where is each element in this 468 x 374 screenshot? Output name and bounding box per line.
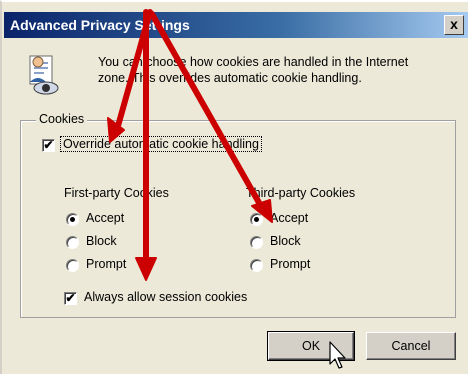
first-party-block-label[interactable]: Block: [86, 234, 117, 248]
mouse-cursor-icon: [329, 341, 346, 369]
third-party-title: Third-party Cookies: [246, 186, 356, 200]
session-cookies-checkbox[interactable]: ✔: [64, 292, 77, 305]
title-bar: Advanced Privacy Settings x: [4, 12, 468, 38]
session-cookies-label[interactable]: Always allow session cookies: [84, 290, 247, 304]
first-party-title: First-party Cookies: [64, 186, 169, 200]
advanced-privacy-dialog: Advanced Privacy Settings x You can choo…: [0, 0, 468, 374]
first-party-prompt-radio[interactable]: [66, 259, 79, 272]
override-checkbox[interactable]: ✔: [42, 139, 55, 152]
privacy-document-icon: [29, 55, 59, 95]
cancel-button[interactable]: Cancel: [366, 332, 456, 360]
first-party-prompt-label[interactable]: Prompt: [86, 257, 126, 271]
first-party-accept-radio[interactable]: [66, 213, 79, 226]
window-title: Advanced Privacy Settings: [10, 17, 190, 33]
first-party-accept-label[interactable]: Accept: [86, 211, 124, 225]
override-checkbox-label[interactable]: Override automatic cookie handling: [60, 136, 262, 152]
third-party-block-radio[interactable]: [250, 236, 263, 249]
third-party-accept-label[interactable]: Accept: [270, 211, 308, 225]
info-line-1: You can choose how cookies are handled i…: [98, 55, 409, 69]
close-button[interactable]: x: [444, 15, 464, 35]
third-party-prompt-label[interactable]: Prompt: [270, 257, 310, 271]
third-party-block-label[interactable]: Block: [270, 234, 301, 248]
override-label-text: Override automatic cookie handling: [60, 136, 262, 152]
first-party-block-radio[interactable]: [66, 236, 79, 249]
info-line-2: zone. This overrides automatic cookie ha…: [98, 71, 362, 85]
close-icon: x: [450, 16, 458, 32]
third-party-accept-radio[interactable]: [250, 213, 263, 226]
info-text: You can choose how cookies are handled i…: [98, 54, 448, 86]
third-party-prompt-radio[interactable]: [250, 259, 263, 272]
cookies-group-label: Cookies: [36, 112, 88, 126]
